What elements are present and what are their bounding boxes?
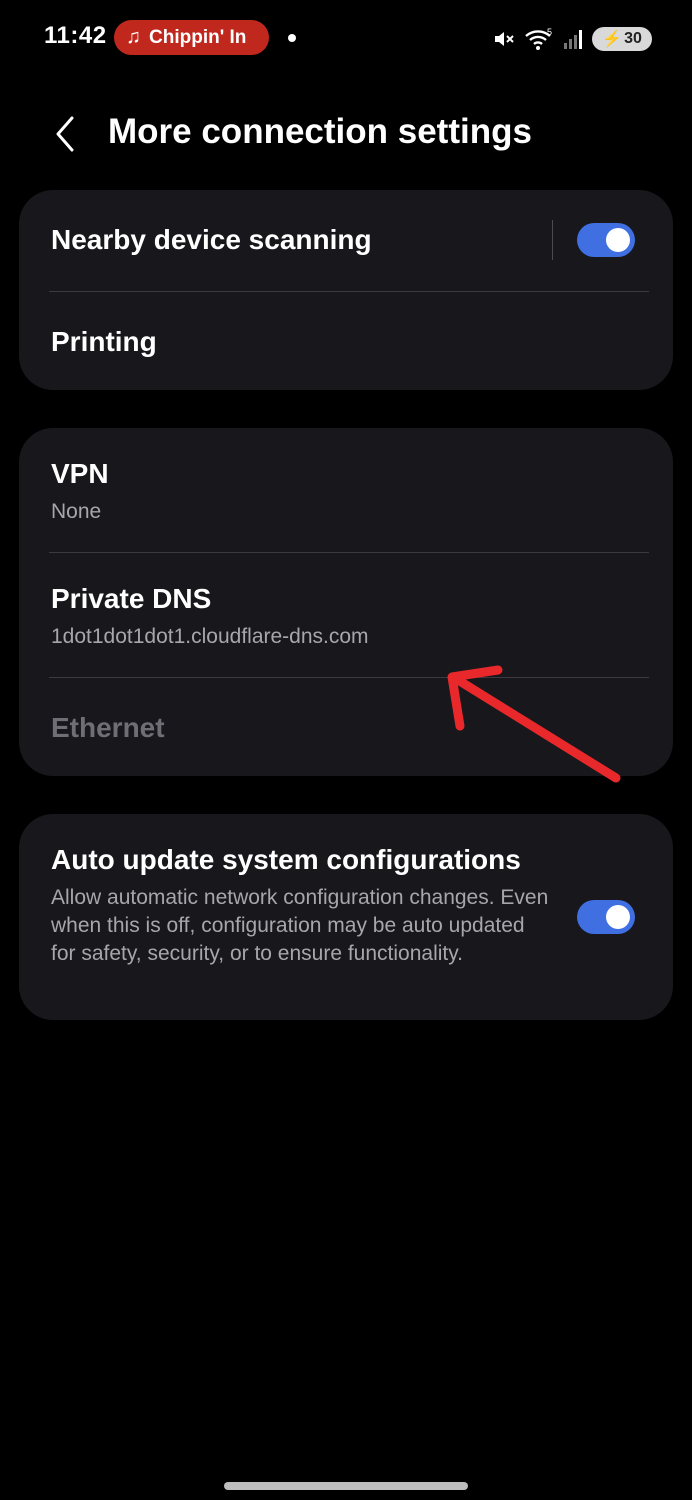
signal-icon (564, 30, 582, 49)
page-title: More connection settings (108, 112, 532, 151)
media-chip[interactable]: ♫ Chippin' In (114, 20, 269, 55)
auto-update-description: Allow automatic network configuration ch… (51, 886, 549, 965)
mute-icon (495, 32, 514, 46)
app-header: More connection settings (0, 96, 692, 172)
status-bar: 11:42 ♫ Chippin' In 5 ⚡ 30 (0, 0, 692, 76)
nearby-device-scanning-toggle[interactable] (577, 223, 635, 257)
system-icons: 5 ⚡ 30 (492, 24, 652, 54)
private-dns-label: Private DNS (51, 583, 212, 614)
auto-update-toggle[interactable] (577, 900, 635, 934)
chevron-left-icon[interactable] (46, 114, 86, 154)
bolt-icon: ⚡ (602, 31, 623, 48)
notification-dot (288, 34, 296, 42)
toggle-knob (606, 228, 630, 252)
ethernet-label: Ethernet (51, 712, 165, 743)
annotation-arrow-icon (447, 665, 621, 783)
network-type: 5 (547, 27, 552, 37)
printing-label: Printing (51, 326, 157, 357)
settings-group-3: Auto update system configurations Allow … (19, 814, 673, 1020)
home-indicator[interactable] (224, 1482, 468, 1490)
nearby-device-scanning-label: Nearby device scanning (51, 224, 372, 255)
wifi-icon: 5 (525, 27, 552, 50)
auto-update-label: Auto update system configurations (51, 844, 521, 875)
printing-row[interactable]: Printing (19, 292, 673, 390)
settings-group-1: Nearby device scanning Printing (19, 190, 673, 390)
battery-indicator: ⚡ 30 (592, 27, 652, 51)
vpn-value: None (51, 500, 102, 523)
music-note-icon: ♫ (126, 26, 141, 48)
nearby-device-scanning-row[interactable]: Nearby device scanning (19, 190, 673, 290)
media-chip-text: Chippin' In (149, 26, 247, 48)
row-separator (552, 220, 553, 260)
vpn-label: VPN (51, 458, 109, 489)
status-time: 11:42 (44, 22, 107, 49)
private-dns-value: 1dot1dot1dot1.cloudflare-dns.com (51, 625, 369, 648)
auto-update-row[interactable]: Auto update system configurations Allow … (19, 814, 673, 1020)
toggle-knob (606, 905, 630, 929)
vpn-row[interactable]: VPN None (19, 428, 673, 552)
battery-level: 30 (624, 30, 642, 47)
